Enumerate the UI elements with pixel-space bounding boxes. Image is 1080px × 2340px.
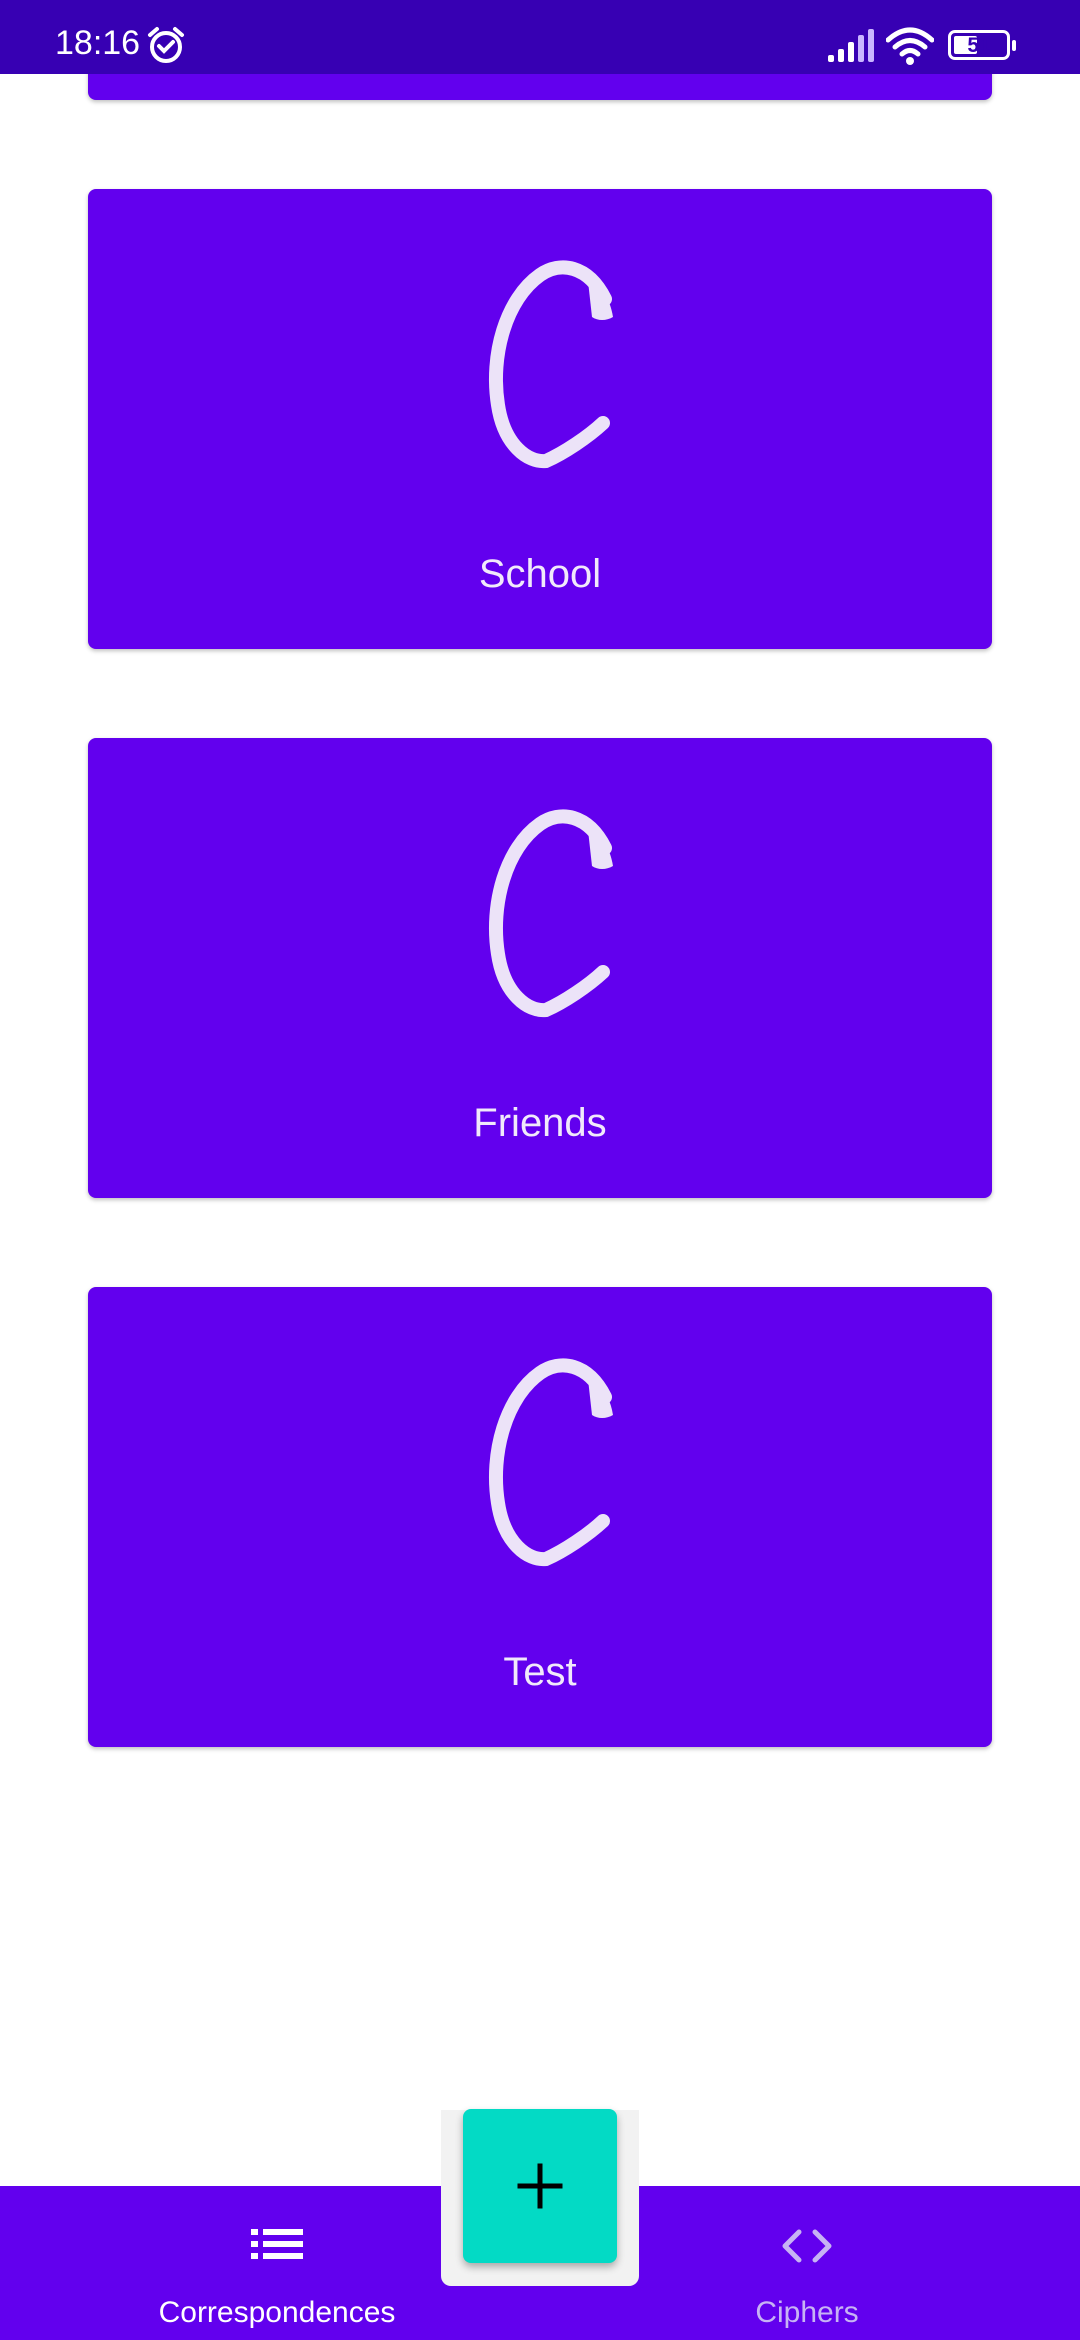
battery-level: 51 [967, 34, 991, 57]
nav-label-correspondences: Correspondences [158, 2296, 396, 2329]
nav-label-ciphers: Ciphers [755, 2296, 859, 2329]
wifi-icon [886, 27, 934, 65]
correspondence-title: Friends [473, 1101, 607, 1145]
signal-icon [828, 29, 874, 62]
c-logo-icon [488, 1358, 613, 1567]
code-icon [782, 2229, 832, 2263]
list-icon [251, 2229, 303, 2259]
correspondence-card[interactable]: Friends [88, 738, 992, 1198]
c-logo-icon [488, 260, 613, 469]
nav-item-correspondences[interactable]: Correspondences [130, 2186, 424, 2340]
c-logo-icon [488, 809, 613, 1018]
add-correspondence-button[interactable] [463, 2109, 617, 2263]
correspondence-list[interactable]: Family School Friends Test [0, 74, 1080, 2186]
alarm-icon [148, 27, 184, 63]
plus-icon [517, 2163, 563, 2209]
correspondence-title: Test [503, 1650, 577, 1694]
battery-icon: 51 [948, 30, 1016, 60]
nav-item-ciphers[interactable]: Ciphers [700, 2186, 914, 2340]
status-bar: 18:16 51 [0, 0, 1080, 74]
correspondence-title: School [478, 552, 602, 596]
correspondence-card[interactable]: School [88, 189, 992, 649]
correspondence-card[interactable]: Family [88, 74, 992, 100]
correspondence-card[interactable]: Test [88, 1287, 992, 1747]
status-time: 18:16 [55, 24, 141, 62]
